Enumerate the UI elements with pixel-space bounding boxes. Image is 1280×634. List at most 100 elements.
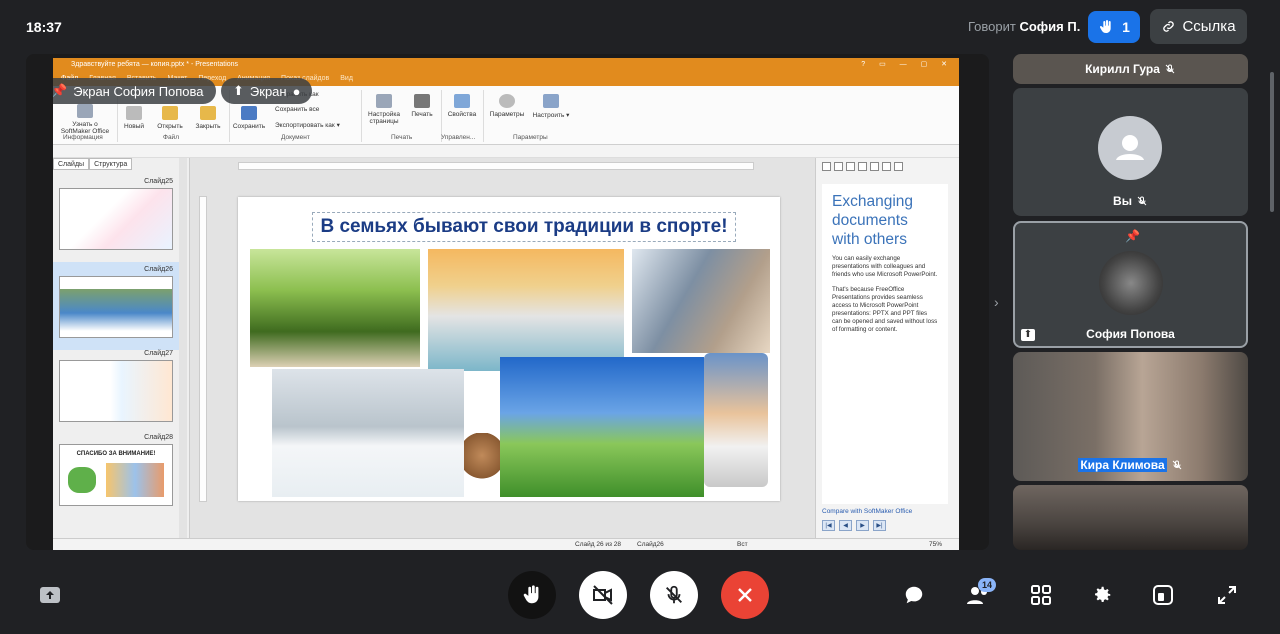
window-controls[interactable]: ? ▭ — ▢ ✕: [861, 58, 953, 71]
grid-icon: [1031, 585, 1051, 605]
photo-climbing: [632, 249, 770, 353]
slide-label: Слайд27: [144, 350, 173, 357]
compare-link[interactable]: Compare with SoftMaker Office: [822, 508, 912, 515]
screen-chip[interactable]: ⬆ Экран ●: [221, 78, 313, 104]
panel-icon[interactable]: [858, 162, 867, 171]
mic-off-icon: [1165, 64, 1175, 74]
properties-button[interactable]: Свойства: [445, 94, 479, 118]
participant-tile-video[interactable]: Кира Климова: [1013, 352, 1248, 481]
mic-toggle-button[interactable]: [650, 571, 698, 619]
about-button[interactable]: Узнать о SoftMaker Office: [57, 104, 113, 135]
page-setup-button[interactable]: Настройка страницы: [365, 94, 403, 125]
star-icon[interactable]: [894, 162, 903, 171]
thumbnail-image: [68, 467, 96, 493]
participant-name: Вы: [1013, 194, 1248, 208]
slide-canvas-area: В семьях бывают свои традиции в спорте!: [190, 158, 815, 538]
info-icon: [454, 94, 470, 108]
info-icon[interactable]: [822, 162, 831, 171]
slide-position: Слайд 26 из 28: [575, 541, 622, 548]
fullscreen-button[interactable]: [1212, 580, 1242, 610]
chat-button[interactable]: [899, 580, 929, 610]
mic-off-icon: [666, 585, 682, 604]
slide-title[interactable]: В семьях бывают свои традиции в спорте!: [312, 212, 736, 242]
camera-toggle-button[interactable]: [579, 571, 627, 619]
participant-tile-self[interactable]: Вы: [1013, 88, 1248, 216]
app-title: Здравствуйте ребята — копия.pptx * - Pre…: [71, 61, 239, 68]
quick-access-toolbar[interactable]: [53, 145, 959, 158]
side-panel: Exchanging documents with others You can…: [815, 158, 959, 538]
participants-scrollbar[interactable]: [1270, 72, 1274, 212]
printer-icon: [414, 94, 430, 108]
first-page-icon[interactable]: |◀: [822, 520, 835, 531]
slide-thumbnail[interactable]: [59, 188, 173, 250]
sliders-icon: [543, 94, 559, 108]
chevron-right-icon[interactable]: ›: [994, 294, 999, 310]
save-all-button[interactable]: Сохранить все: [275, 106, 319, 113]
participants-count-badge: 14: [978, 578, 996, 592]
new-button[interactable]: Новый: [119, 106, 149, 130]
cartoon-dog-image: [464, 433, 500, 489]
vertical-ruler: [199, 196, 207, 502]
group-document: Документ: [281, 134, 310, 141]
side-panel-toolbar[interactable]: [816, 158, 959, 176]
group-print: Печать: [391, 134, 413, 141]
cart-icon: [77, 104, 93, 118]
settings-button[interactable]: [1087, 580, 1117, 610]
panel-icon[interactable]: [882, 162, 891, 171]
slide-thumbnail[interactable]: [59, 360, 173, 422]
tab-structure[interactable]: Структура: [89, 158, 133, 170]
panel-icon[interactable]: [870, 162, 879, 171]
params-button[interactable]: Параметры: [487, 94, 527, 118]
clock: 18:37: [26, 19, 62, 35]
slide-label: Слайд26: [144, 266, 173, 273]
participant-tile-video[interactable]: [1013, 485, 1248, 550]
expand-icon: [1218, 586, 1236, 604]
close-button[interactable]: Закрыть: [191, 106, 225, 130]
participant-tile[interactable]: Кирилл Гура: [1013, 54, 1248, 84]
raised-hands-count: 1: [1122, 19, 1130, 35]
pip-button[interactable]: [1148, 580, 1178, 610]
end-call-button[interactable]: [721, 571, 769, 619]
pin-icon: 📌: [53, 83, 68, 98]
last-page-icon[interactable]: ▶|: [873, 520, 886, 531]
pinned-screen-label[interactable]: 📌 Экран София Попова: [53, 78, 216, 104]
participant-name: София Попова: [1086, 327, 1175, 341]
panel-icon[interactable]: [846, 162, 855, 171]
save-button[interactable]: Сохранить: [231, 106, 267, 130]
slide-thumbnail[interactable]: СПАСИБО ЗА ВНИМАНИЕ!: [59, 444, 173, 506]
prev-page-icon[interactable]: ◀: [839, 520, 852, 531]
slide-label: Слайд28: [144, 434, 173, 441]
next-page-icon[interactable]: ▶: [856, 520, 869, 531]
avatar: [1098, 116, 1162, 180]
link-icon: [1163, 21, 1175, 32]
participant-tile-pinned[interactable]: 📌 ⬆ София Попова: [1013, 221, 1248, 348]
photo-family-gym: [428, 249, 624, 371]
customize-button[interactable]: Настроить ▾: [531, 94, 571, 119]
chat-icon: [905, 586, 923, 604]
pin-icon[interactable]: 📌: [1125, 229, 1140, 243]
slide-label: Слайд25: [144, 178, 173, 185]
tab-view[interactable]: Вид: [340, 71, 353, 86]
panel-icon[interactable]: [834, 162, 843, 171]
folder-icon: [162, 106, 178, 120]
current-slide[interactable]: В семьях бывают свои традиции в спорте!: [238, 197, 780, 501]
top-bar: 18:37 Говорит София П. 1 Ссылка: [0, 0, 1280, 54]
raised-hands-button[interactable]: 1: [1088, 11, 1140, 43]
mic-off-icon: ●: [292, 83, 301, 99]
layout-button[interactable]: [1026, 580, 1056, 610]
thumbnail-text: СПАСИБО ЗА ВНИМАНИЕ!: [76, 451, 156, 457]
slides-scrollbar[interactable]: [179, 158, 187, 538]
link-button[interactable]: Ссылка: [1150, 9, 1247, 44]
slide-thumbnail-selected[interactable]: [59, 276, 173, 338]
group-manage: Управлен...: [441, 134, 476, 141]
photo-badminton: [500, 357, 704, 497]
cartoon-tennis-player: [704, 353, 768, 487]
print-button[interactable]: Печать: [407, 94, 437, 118]
slide-name: Слайд26: [637, 541, 664, 548]
open-button[interactable]: Открыть: [153, 106, 187, 130]
slides-pane: Слайды Структура Слайд25 Слайд26 Слайд27…: [53, 158, 190, 538]
present-button[interactable]: [35, 580, 65, 610]
tab-slides[interactable]: Слайды: [53, 158, 90, 170]
export-button[interactable]: Экспортировать как ▾: [275, 121, 340, 129]
raise-hand-button[interactable]: [508, 571, 556, 619]
